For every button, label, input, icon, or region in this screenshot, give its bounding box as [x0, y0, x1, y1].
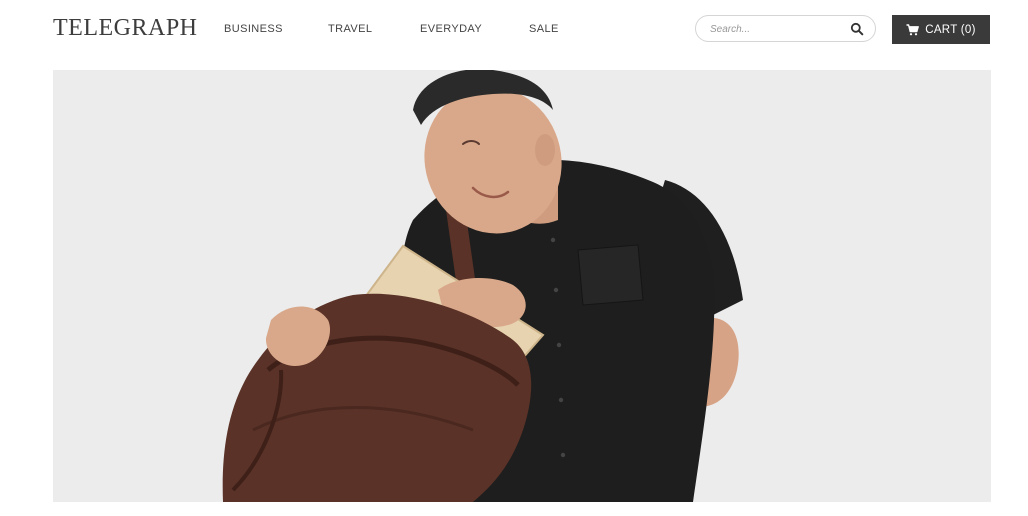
cart-label: CART (0)	[925, 23, 976, 36]
nav-item-travel[interactable]: TRAVEL	[328, 22, 420, 36]
cart-icon	[906, 23, 920, 36]
site-header: TELEGRAPH BUSINESS TRAVEL EVERYDAY SALE …	[0, 0, 1028, 60]
hero-illustration	[53, 70, 991, 502]
search-box	[695, 15, 876, 42]
search-icon[interactable]	[850, 22, 864, 36]
nav-item-everyday[interactable]: EVERYDAY	[420, 22, 529, 36]
main-nav: BUSINESS TRAVEL EVERYDAY SALE	[224, 22, 569, 36]
brand-logo[interactable]: TELEGRAPH	[53, 16, 198, 40]
search-input[interactable]	[710, 21, 840, 37]
cart-button[interactable]: CART (0)	[892, 15, 990, 44]
hero-image	[53, 70, 991, 502]
nav-item-business[interactable]: BUSINESS	[224, 22, 328, 36]
nav-item-sale[interactable]: SALE	[529, 22, 569, 36]
